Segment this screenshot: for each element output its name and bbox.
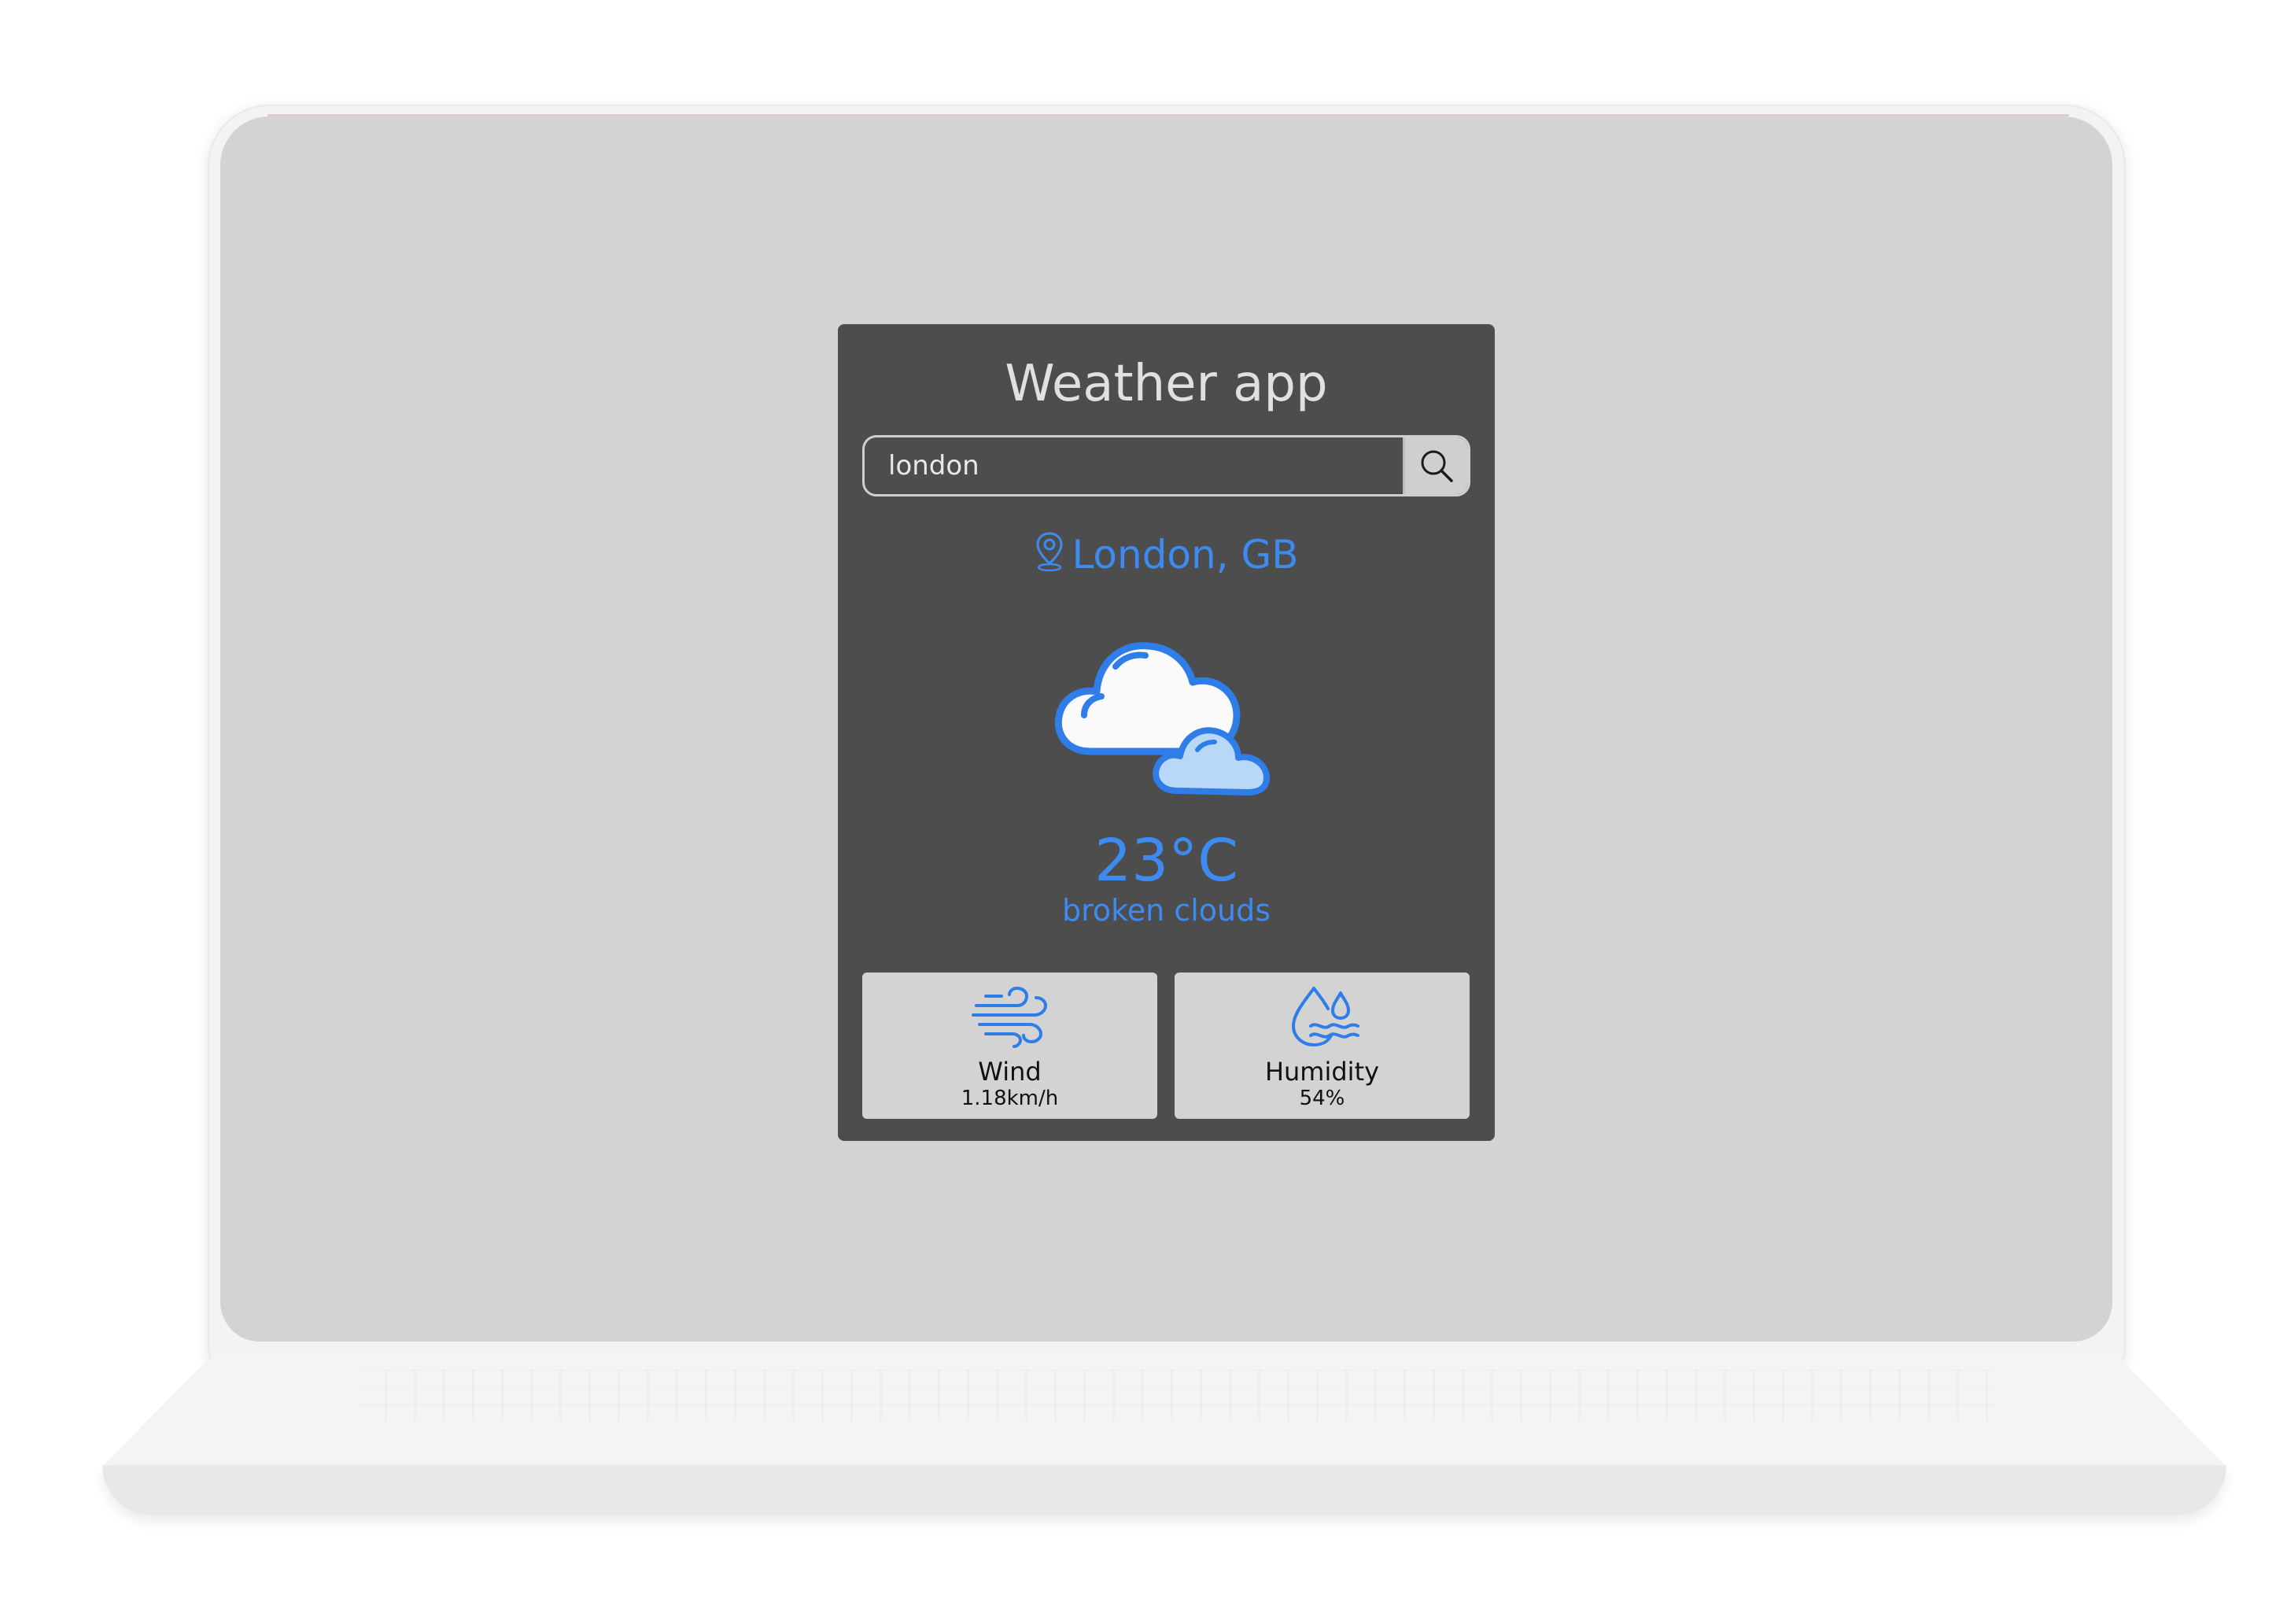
laptop-mockup: Weather app London, GB [0, 0, 2287, 1624]
app-title: Weather app [1005, 355, 1328, 413]
wind-value: 1.18km/h [961, 1087, 1059, 1110]
humidity-card: Humidity 54% [1175, 973, 1470, 1119]
laptop-base-front [102, 1465, 2226, 1515]
laptop-screen: Weather app London, GB [220, 116, 2112, 1342]
humidity-label: Humidity [1264, 1057, 1380, 1087]
laptop-keyboard [358, 1369, 1994, 1421]
humidity-value: 54% [1299, 1087, 1345, 1110]
weather-card: Weather app London, GB [838, 324, 1495, 1141]
search-icon [1421, 450, 1453, 482]
location-text: London, GB [1072, 532, 1299, 578]
broken-clouds-icon [1054, 642, 1270, 795]
location-display: London, GB [838, 529, 1495, 581]
weather-description: broken clouds [1061, 893, 1271, 928]
search-bar [862, 435, 1470, 496]
wind-icon [972, 986, 1048, 1048]
search-input[interactable] [865, 437, 1407, 494]
temperature: 23°C [1094, 827, 1238, 895]
search-button[interactable] [1403, 437, 1468, 494]
map-pin-icon [1036, 532, 1063, 572]
wind-label: Wind [978, 1057, 1042, 1087]
wind-card: Wind 1.18km/h [862, 973, 1157, 1119]
humidity-icon [1291, 987, 1359, 1047]
